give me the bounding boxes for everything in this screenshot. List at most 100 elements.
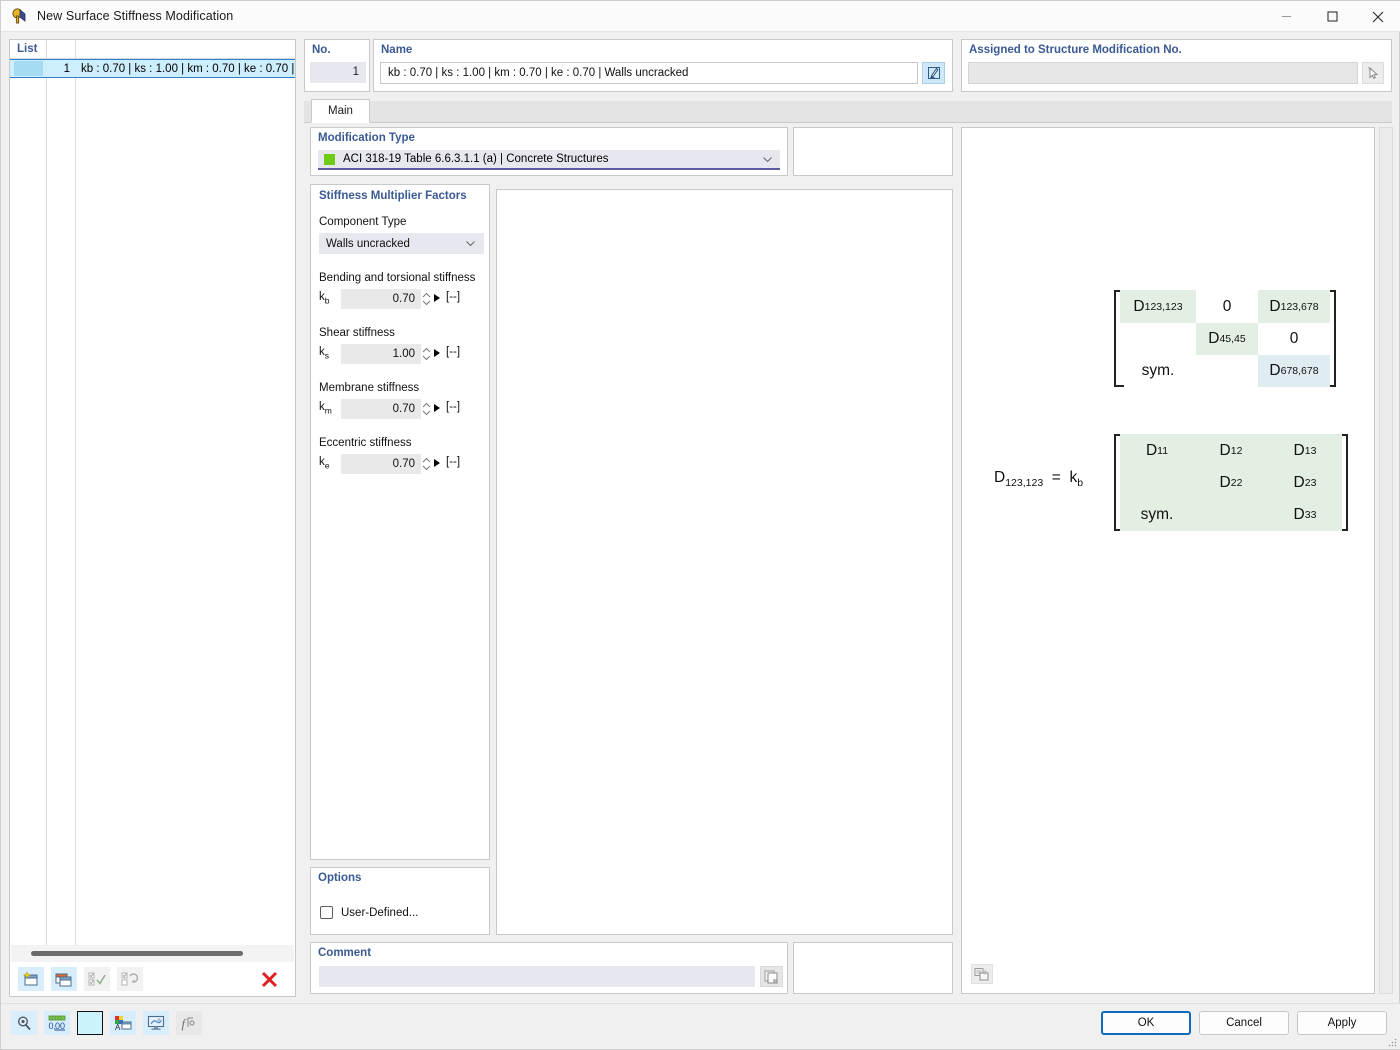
edit-pencil-icon[interactable]	[922, 62, 945, 84]
eccentric-symbol-sub: e	[324, 460, 330, 471]
assigned-structure-input[interactable]	[968, 62, 1358, 84]
window-controls	[1263, 1, 1400, 32]
list-horizontal-scrollbar[interactable]	[11, 945, 294, 962]
matrix2-cell-1-1: D 22	[1194, 467, 1268, 499]
scrollbar-thumb[interactable]	[31, 951, 243, 956]
copy-pages-icon[interactable]	[760, 966, 783, 987]
stiffness-factors-panel: Stiffness Multiplier Factors Component T…	[310, 184, 490, 860]
eccentric-spinner[interactable]	[422, 456, 431, 472]
bottom-toolbar: 0, 00 A f	[11, 1011, 209, 1035]
membrane-stiffness-input[interactable]: 0.70	[341, 399, 421, 419]
matrix1-cell-2-0: sym.	[1141, 362, 1175, 379]
user-defined-option[interactable]: User-Defined...	[320, 906, 418, 919]
membrane-unit: [--]	[446, 401, 461, 413]
type-color-swatch	[324, 153, 335, 165]
copy-item-button[interactable]	[51, 967, 77, 991]
cancel-button[interactable]: Cancel	[1199, 1011, 1289, 1035]
membrane-stiffness-label: Membrane stiffness	[319, 382, 420, 394]
bending-symbol-sub: b	[324, 295, 330, 306]
svg-text:f: f	[182, 1016, 188, 1031]
image-export-icon[interactable]	[971, 964, 993, 984]
comment-panel: Comment	[310, 942, 788, 994]
delete-item-button[interactable]	[256, 967, 282, 991]
bending-stiffness-label: Bending and torsional stiffness	[319, 272, 476, 284]
dialog-window: New Surface Stiffness Modification List	[0, 0, 1400, 1050]
select-all-button[interactable]	[84, 967, 110, 991]
formula-icon[interactable]: f	[176, 1011, 202, 1035]
user-defined-checkbox[interactable]	[320, 906, 333, 919]
bending-matrix-diagram: D 11 D 12 D 13 D 22 D 23 sym. D 33	[1114, 434, 1348, 531]
eccentric-unit: [--]	[446, 456, 461, 468]
list-item[interactable]: 1 kb : 0.70 | ks : 1.00 | km : 0.70 | ke…	[10, 59, 295, 78]
membrane-symbol: km	[319, 401, 332, 416]
decimal-places-icon[interactable]: 0, 00	[44, 1011, 70, 1035]
apply-button[interactable]: Apply	[1297, 1011, 1387, 1035]
modification-type-value: ACI 318-19 Table 6.6.3.1.1 (a) | Concret…	[343, 153, 609, 165]
chevron-down-icon	[465, 238, 476, 249]
close-icon[interactable]	[1355, 1, 1400, 32]
center-content-panel	[496, 189, 953, 935]
minimize-icon[interactable]	[1263, 1, 1309, 32]
shear-spinner[interactable]	[422, 346, 431, 362]
matrix1-cell-0-2: D 123,678	[1258, 290, 1330, 323]
render-view-icon[interactable]	[143, 1011, 169, 1035]
comment-title: Comment	[318, 947, 372, 959]
comment-side-panel	[793, 942, 953, 994]
matrix2-cell-1-2: D 23	[1268, 467, 1342, 499]
invert-selection-button[interactable]	[117, 967, 143, 991]
resize-grip[interactable]	[1387, 1036, 1397, 1047]
name-input[interactable]: kb : 0.70 | ks : 1.00 | km : 0.70 | ke :…	[380, 62, 918, 84]
modification-type-select[interactable]: ACI 318-19 Table 6.6.3.1.1 (a) | Concret…	[318, 150, 780, 170]
eccentric-stiffness-label: Eccentric stiffness	[319, 437, 412, 449]
bending-symbol: kb	[319, 291, 330, 306]
zoom-search-icon[interactable]	[11, 1011, 37, 1035]
new-item-button[interactable]	[18, 967, 44, 991]
bottom-bar: 0, 00 A f OK Cancel Apply	[1, 1003, 1400, 1049]
comment-input[interactable]	[319, 966, 755, 987]
shear-stiffness-label: Shear stiffness	[319, 327, 395, 339]
stiffness-factors-title: Stiffness Multiplier Factors	[319, 190, 467, 202]
maximize-icon[interactable]	[1309, 1, 1355, 32]
name-panel-title: Name	[381, 44, 413, 56]
matrix1-cell-0-0: D 123,123	[1120, 290, 1196, 323]
options-panel: Options User-Defined...	[310, 867, 490, 935]
eccentric-stiffness-input[interactable]: 0.70	[341, 454, 421, 474]
eccentric-symbol: ke	[319, 456, 330, 471]
eccentric-play-icon[interactable]	[434, 459, 440, 467]
shear-play-icon[interactable]	[434, 349, 440, 357]
bending-spinner[interactable]	[422, 291, 431, 307]
right-side-strip	[1379, 127, 1393, 994]
matrix1-cell-2-1	[1196, 355, 1258, 387]
pick-cursor-icon[interactable]	[1362, 62, 1384, 84]
bending-stiffness-input[interactable]: 0.70	[341, 289, 421, 309]
membrane-spinner[interactable]	[422, 401, 431, 417]
assigned-structure-panel: Assigned to Structure Modification No.	[961, 39, 1392, 92]
bending-stiffness-row: kb 0.70 [--]	[319, 289, 484, 309]
list-toolbar	[11, 963, 294, 995]
membrane-play-icon[interactable]	[434, 404, 440, 412]
number-field[interactable]: 1	[310, 62, 366, 83]
eccentric-stiffness-row: ke 0.70 [--]	[319, 454, 484, 474]
title-bar: New Surface Stiffness Modification	[1, 1, 1400, 32]
tab-main[interactable]: Main	[311, 99, 370, 123]
matrix1-cell-1-0	[1120, 323, 1196, 355]
color-swatch-icon[interactable]	[77, 1011, 103, 1035]
shear-symbol: ks	[319, 346, 329, 361]
window-title: New Surface Stiffness Modification	[37, 9, 234, 23]
assigned-structure-title: Assigned to Structure Modification No.	[969, 44, 1182, 56]
shear-stiffness-input[interactable]: 1.00	[341, 344, 421, 364]
list-body: 1 kb : 0.70 | ks : 1.00 | km : 0.70 | ke…	[10, 59, 295, 959]
legend-icon[interactable]: A	[110, 1011, 136, 1035]
ok-button[interactable]: OK	[1101, 1011, 1191, 1035]
bending-play-icon[interactable]	[434, 294, 440, 302]
matrix1-cell-1-1: D 45,45	[1196, 323, 1258, 355]
matrix1-cell-0-1: 0	[1222, 297, 1232, 315]
shear-symbol-sub: s	[324, 350, 329, 361]
shear-stiffness-row: ks 1.00 [--]	[319, 344, 484, 364]
modification-type-title: Modification Type	[318, 132, 415, 144]
component-type-select[interactable]: Walls uncracked	[319, 233, 484, 254]
app-icon	[11, 7, 28, 25]
matrix2-cell-0-2: D 13	[1268, 434, 1342, 467]
shear-unit: [--]	[446, 346, 461, 358]
matrix2-cell-2-2: D 33	[1268, 499, 1342, 531]
